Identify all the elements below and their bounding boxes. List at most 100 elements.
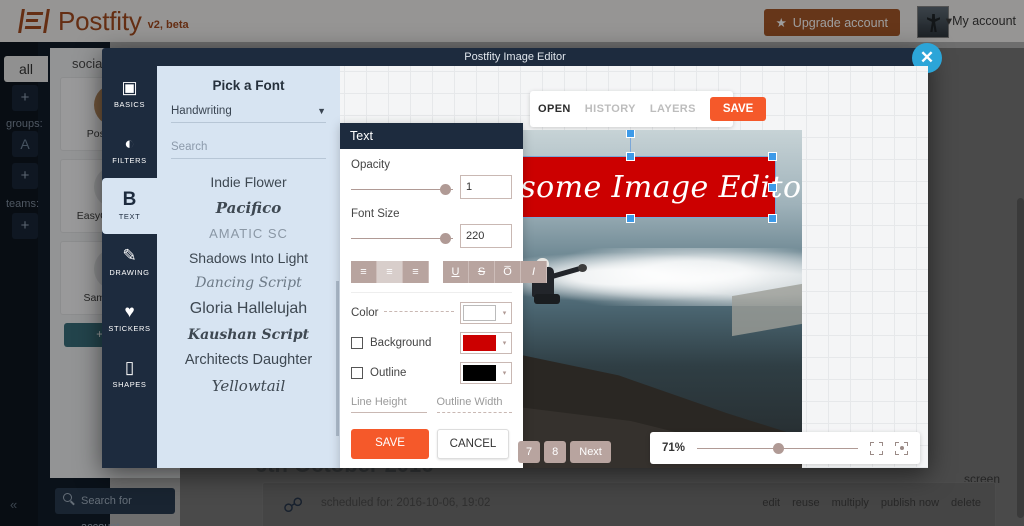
- align-right-button[interactable]: ≡: [403, 261, 429, 283]
- underline-button[interactable]: U: [443, 261, 469, 283]
- text-save-button[interactable]: SAVE: [351, 429, 429, 459]
- tool-text[interactable]: B TEXT: [102, 178, 157, 234]
- align-left-button[interactable]: ≡: [351, 261, 377, 283]
- history-button[interactable]: HISTORY: [585, 103, 636, 115]
- font-list-item[interactable]: AMATIC SC: [171, 221, 326, 245]
- background-checkbox[interactable]: [351, 337, 363, 349]
- editor-canvas[interactable]: Awesome Image Editor!: [520, 130, 802, 468]
- contrast-icon: ◐: [124, 134, 135, 153]
- collapse-sidebar-icon[interactable]: «: [10, 497, 17, 512]
- pagination: 7 8 Next: [518, 441, 611, 463]
- add-team-button[interactable]: +: [12, 213, 38, 239]
- page-scrollbar[interactable]: [1017, 198, 1024, 518]
- resize-handle-bottom[interactable]: [626, 214, 635, 223]
- font-picker-panel: Pick a Font Handwriting ▼ Search Indie F…: [157, 66, 340, 468]
- image-editor-modal: Postfity Image Editor ✕ ▣ BASICS ◐ FILTE…: [102, 43, 942, 468]
- filter-tab-all[interactable]: all: [4, 56, 48, 82]
- font-size-input[interactable]: 220: [460, 224, 512, 248]
- resize-handle-bottom-right[interactable]: [768, 214, 777, 223]
- font-list-item[interactable]: Kaushan Script: [171, 322, 326, 347]
- tool-label: FILTERS: [112, 156, 147, 165]
- add-account-button[interactable]: +: [12, 85, 38, 111]
- image-icon: ▣: [121, 78, 138, 97]
- font-list-item[interactable]: Dancing Script: [171, 270, 326, 295]
- italic-button[interactable]: I: [521, 261, 547, 283]
- rotate-handle[interactable]: [626, 130, 635, 138]
- color-row: Color ▾: [351, 302, 512, 324]
- upgrade-account-button[interactable]: ★ Upgrade account: [763, 9, 900, 36]
- shape-icon: ▯: [124, 358, 135, 377]
- canvas-save-button[interactable]: SAVE: [709, 97, 767, 121]
- line-height-input[interactable]: Line Height: [351, 396, 427, 413]
- fit-screen-icon[interactable]: [870, 441, 883, 455]
- divider: [351, 292, 512, 293]
- color-swatch-button[interactable]: ▾: [460, 302, 512, 324]
- group-avatar[interactable]: A: [12, 131, 38, 157]
- outline-width-input[interactable]: Outline Width: [436, 396, 512, 413]
- font-list: Indie Flower Pacifico AMATIC SC Shadows …: [171, 169, 326, 399]
- center-focus-icon[interactable]: [895, 441, 908, 455]
- left-rail: [0, 42, 38, 526]
- font-size-slider[interactable]: [351, 228, 453, 244]
- opacity-input[interactable]: 1: [460, 175, 512, 199]
- resize-handle-top[interactable]: [626, 152, 635, 161]
- scheduled-text: scheduled for: 2016-10-06, 19:02: [321, 497, 491, 509]
- font-picker-title: Pick a Font: [212, 78, 285, 93]
- font-list-item[interactable]: Gloria Hallelujah: [171, 295, 326, 322]
- canvas-text-object[interactable]: Awesome Image Editor!: [520, 156, 802, 218]
- tool-stickers[interactable]: ♥ STICKERS: [102, 290, 157, 346]
- tool-label: TEXT: [118, 212, 141, 221]
- page-button-8[interactable]: 8: [544, 441, 567, 463]
- font-list-item[interactable]: Yellowtail: [171, 372, 326, 399]
- page-button-7[interactable]: 7: [518, 441, 541, 463]
- add-group-button[interactable]: +: [12, 163, 38, 189]
- font-search-input[interactable]: Search: [171, 123, 326, 159]
- publish-now-action[interactable]: publish now: [881, 497, 939, 509]
- font-size-label: Font Size: [351, 208, 400, 220]
- open-button[interactable]: OPEN: [538, 103, 571, 115]
- chevron-down-icon: ▾: [502, 310, 507, 317]
- editor-body: ▣ BASICS ◐ FILTERS B TEXT ✎ DRAWING ♥ ST…: [102, 66, 928, 468]
- tool-shapes[interactable]: ▯ SHAPES: [102, 346, 157, 402]
- text-cancel-button[interactable]: CANCEL: [437, 429, 509, 459]
- avatar[interactable]: [917, 6, 949, 38]
- background-label: Background: [370, 337, 432, 349]
- post-actions: edit reuse multiply publish now delete: [762, 497, 981, 509]
- font-list-scrollbar[interactable]: [336, 281, 339, 436]
- outline-checkbox[interactable]: [351, 367, 363, 379]
- search-account-input[interactable]: Search for account...: [55, 488, 175, 526]
- resize-handle-top-right[interactable]: [768, 152, 777, 161]
- tool-basics[interactable]: ▣ BASICS: [102, 66, 157, 122]
- zoom-level-label: 71%: [662, 442, 686, 454]
- reuse-action[interactable]: reuse: [792, 497, 820, 509]
- overline-button[interactable]: O̅: [495, 261, 521, 283]
- font-list-item[interactable]: Architects Daughter: [171, 347, 326, 372]
- font-list-item[interactable]: Shadows Into Light: [171, 245, 326, 270]
- app-logo[interactable]: Postfity v2, beta: [18, 8, 189, 34]
- edit-action[interactable]: edit: [762, 497, 780, 509]
- dotted-leader: [384, 310, 454, 312]
- next-page-button[interactable]: Next: [570, 441, 611, 463]
- layers-button[interactable]: LAYERS: [650, 103, 696, 115]
- outline-swatch-button[interactable]: ▾: [460, 362, 512, 384]
- text-align-group: ≡ ≡ ≡: [351, 261, 429, 283]
- tool-filters[interactable]: ◐ FILTERS: [102, 122, 157, 178]
- zoom-slider[interactable]: [697, 441, 858, 455]
- resize-handle-right[interactable]: [768, 183, 777, 192]
- my-account-label: My account: [952, 14, 1016, 28]
- background-swatch-button[interactable]: ▾: [460, 332, 512, 354]
- strikethrough-button[interactable]: S: [469, 261, 495, 283]
- tool-drawing[interactable]: ✎ DRAWING: [102, 234, 157, 290]
- canvas-text-value: Awesome Image Editor!: [520, 169, 802, 205]
- delete-action[interactable]: delete: [951, 497, 981, 509]
- chevron-down-icon: ▼: [317, 106, 326, 116]
- opacity-slider[interactable]: [351, 179, 453, 195]
- my-account-menu[interactable]: ▾My account: [946, 13, 1016, 28]
- font-list-item[interactable]: Pacifico: [171, 194, 326, 221]
- color-label: Color: [351, 307, 379, 319]
- font-list-item[interactable]: Indie Flower: [171, 169, 326, 194]
- multiply-action[interactable]: multiply: [832, 497, 869, 509]
- align-center-button[interactable]: ≡: [377, 261, 403, 283]
- font-category-select[interactable]: Handwriting ▼: [171, 105, 326, 123]
- facebook-post-icon: ☍: [283, 495, 304, 517]
